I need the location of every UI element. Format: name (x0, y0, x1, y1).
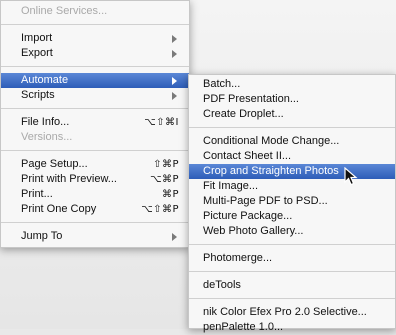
menu-separator (189, 271, 395, 272)
file-menu: Online Services... Import Export Automat… (0, 0, 190, 248)
menu-item-label: penPalette 1.0... (203, 321, 284, 333)
menu-separator (1, 24, 189, 25)
menu-item-label: File Info... (21, 116, 70, 128)
menu-item-label: Jump To (21, 230, 63, 242)
menu-item-label: Print... (21, 188, 53, 200)
submenu-item-web-photo-gallery[interactable]: Web Photo Gallery... (189, 224, 395, 239)
menu-item-export[interactable]: Export (1, 46, 189, 61)
submenu-arrow-icon (172, 35, 177, 43)
menu-item-label: Import (21, 32, 53, 44)
menu-item-import[interactable]: Import (1, 31, 189, 46)
menu-item-label: Crop and Straighten Photos (203, 165, 339, 177)
menu-item-label: Batch... (203, 78, 241, 90)
menu-item-label: Picture Package... (203, 210, 293, 222)
menu-item-label: deTools (203, 279, 241, 291)
menu-separator (1, 150, 189, 151)
menu-separator (1, 108, 189, 109)
submenu-arrow-icon (172, 92, 177, 100)
menu-separator (189, 127, 395, 128)
menu-separator (189, 244, 395, 245)
menu-separator (189, 298, 395, 299)
menu-item-label: Conditional Mode Change... (203, 135, 340, 147)
submenu-item-photomerge[interactable]: Photomerge... (189, 251, 395, 266)
submenu-item-picture-package[interactable]: Picture Package... (189, 209, 395, 224)
menu-item-shortcut: ⇧⌘P (153, 159, 179, 170)
submenu-item-crop-and-straighten[interactable]: Crop and Straighten Photos (189, 164, 395, 179)
submenu-item-multi-page-pdf[interactable]: Multi-Page PDF to PSD... (189, 194, 395, 209)
submenu-item-detools[interactable]: deTools (189, 278, 395, 293)
submenu-item-create-droplet[interactable]: Create Droplet... (189, 107, 395, 122)
menu-item-label: Print One Copy (21, 203, 97, 215)
menu-item-label: nik Color Efex Pro 2.0 Selective... (203, 306, 367, 318)
menu-item-label: Online Services... (21, 5, 108, 17)
menu-item-shortcut: ⌥⇧⌘P (141, 204, 179, 215)
menu-item-shortcut: ⌥⇧⌘I (144, 117, 179, 128)
menu-item-label: Photomerge... (203, 252, 273, 264)
menu-item-label: Automate (21, 74, 69, 86)
submenu-arrow-icon (172, 50, 177, 58)
menu-item-page-setup[interactable]: Page Setup... ⇧⌘P (1, 157, 189, 172)
submenu-arrow-icon (172, 77, 177, 85)
menu-separator (1, 222, 189, 223)
submenu-arrow-icon (172, 233, 177, 241)
submenu-item-batch[interactable]: Batch... (189, 77, 395, 92)
menu-item-label: Print with Preview... (21, 173, 117, 185)
menu-item-label: Web Photo Gallery... (203, 225, 304, 237)
menu-item-label: Fit Image... (203, 180, 259, 192)
menu-item-print[interactable]: Print... ⌘P (1, 187, 189, 202)
menu-item-shortcut: ⌘P (161, 189, 179, 200)
submenu-item-nik-color-efex[interactable]: nik Color Efex Pro 2.0 Selective... (189, 305, 395, 320)
menu-item-label: Create Droplet... (203, 108, 284, 120)
menu-item-jump-to[interactable]: Jump To (1, 229, 189, 244)
menu-item-label: Scripts (21, 89, 55, 101)
menu-item-print-one-copy[interactable]: Print One Copy ⌥⇧⌘P (1, 202, 189, 217)
menu-item-label: Page Setup... (21, 158, 88, 170)
menu-separator (1, 66, 189, 67)
menu-item-label: Versions... (21, 131, 73, 143)
menu-item-file-info[interactable]: File Info... ⌥⇧⌘I (1, 115, 189, 130)
submenu-item-contact-sheet[interactable]: Contact Sheet II... (189, 149, 395, 164)
menu-item-online-services: Online Services... (1, 4, 189, 19)
submenu-item-fit-image[interactable]: Fit Image... (189, 179, 395, 194)
menu-item-scripts[interactable]: Scripts (1, 88, 189, 103)
arrow-cursor-icon (344, 167, 358, 186)
menu-item-versions: Versions... (1, 130, 189, 145)
submenu-item-conditional-mode-change[interactable]: Conditional Mode Change... (189, 134, 395, 149)
automate-submenu: Batch... PDF Presentation... Create Drop… (188, 74, 396, 333)
menu-item-label: Export (21, 47, 53, 59)
menu-item-print-with-preview[interactable]: Print with Preview... ⌥⌘P (1, 172, 189, 187)
menu-item-label: Multi-Page PDF to PSD... (203, 195, 328, 207)
menu-item-automate[interactable]: Automate (1, 73, 189, 88)
submenu-item-pdf-presentation[interactable]: PDF Presentation... (189, 92, 395, 107)
menu-item-label: Contact Sheet II... (203, 150, 292, 162)
submenu-item-penpalette[interactable]: penPalette 1.0... (189, 320, 395, 335)
menu-item-shortcut: ⌥⌘P (149, 174, 179, 185)
menu-item-label: PDF Presentation... (203, 93, 299, 105)
